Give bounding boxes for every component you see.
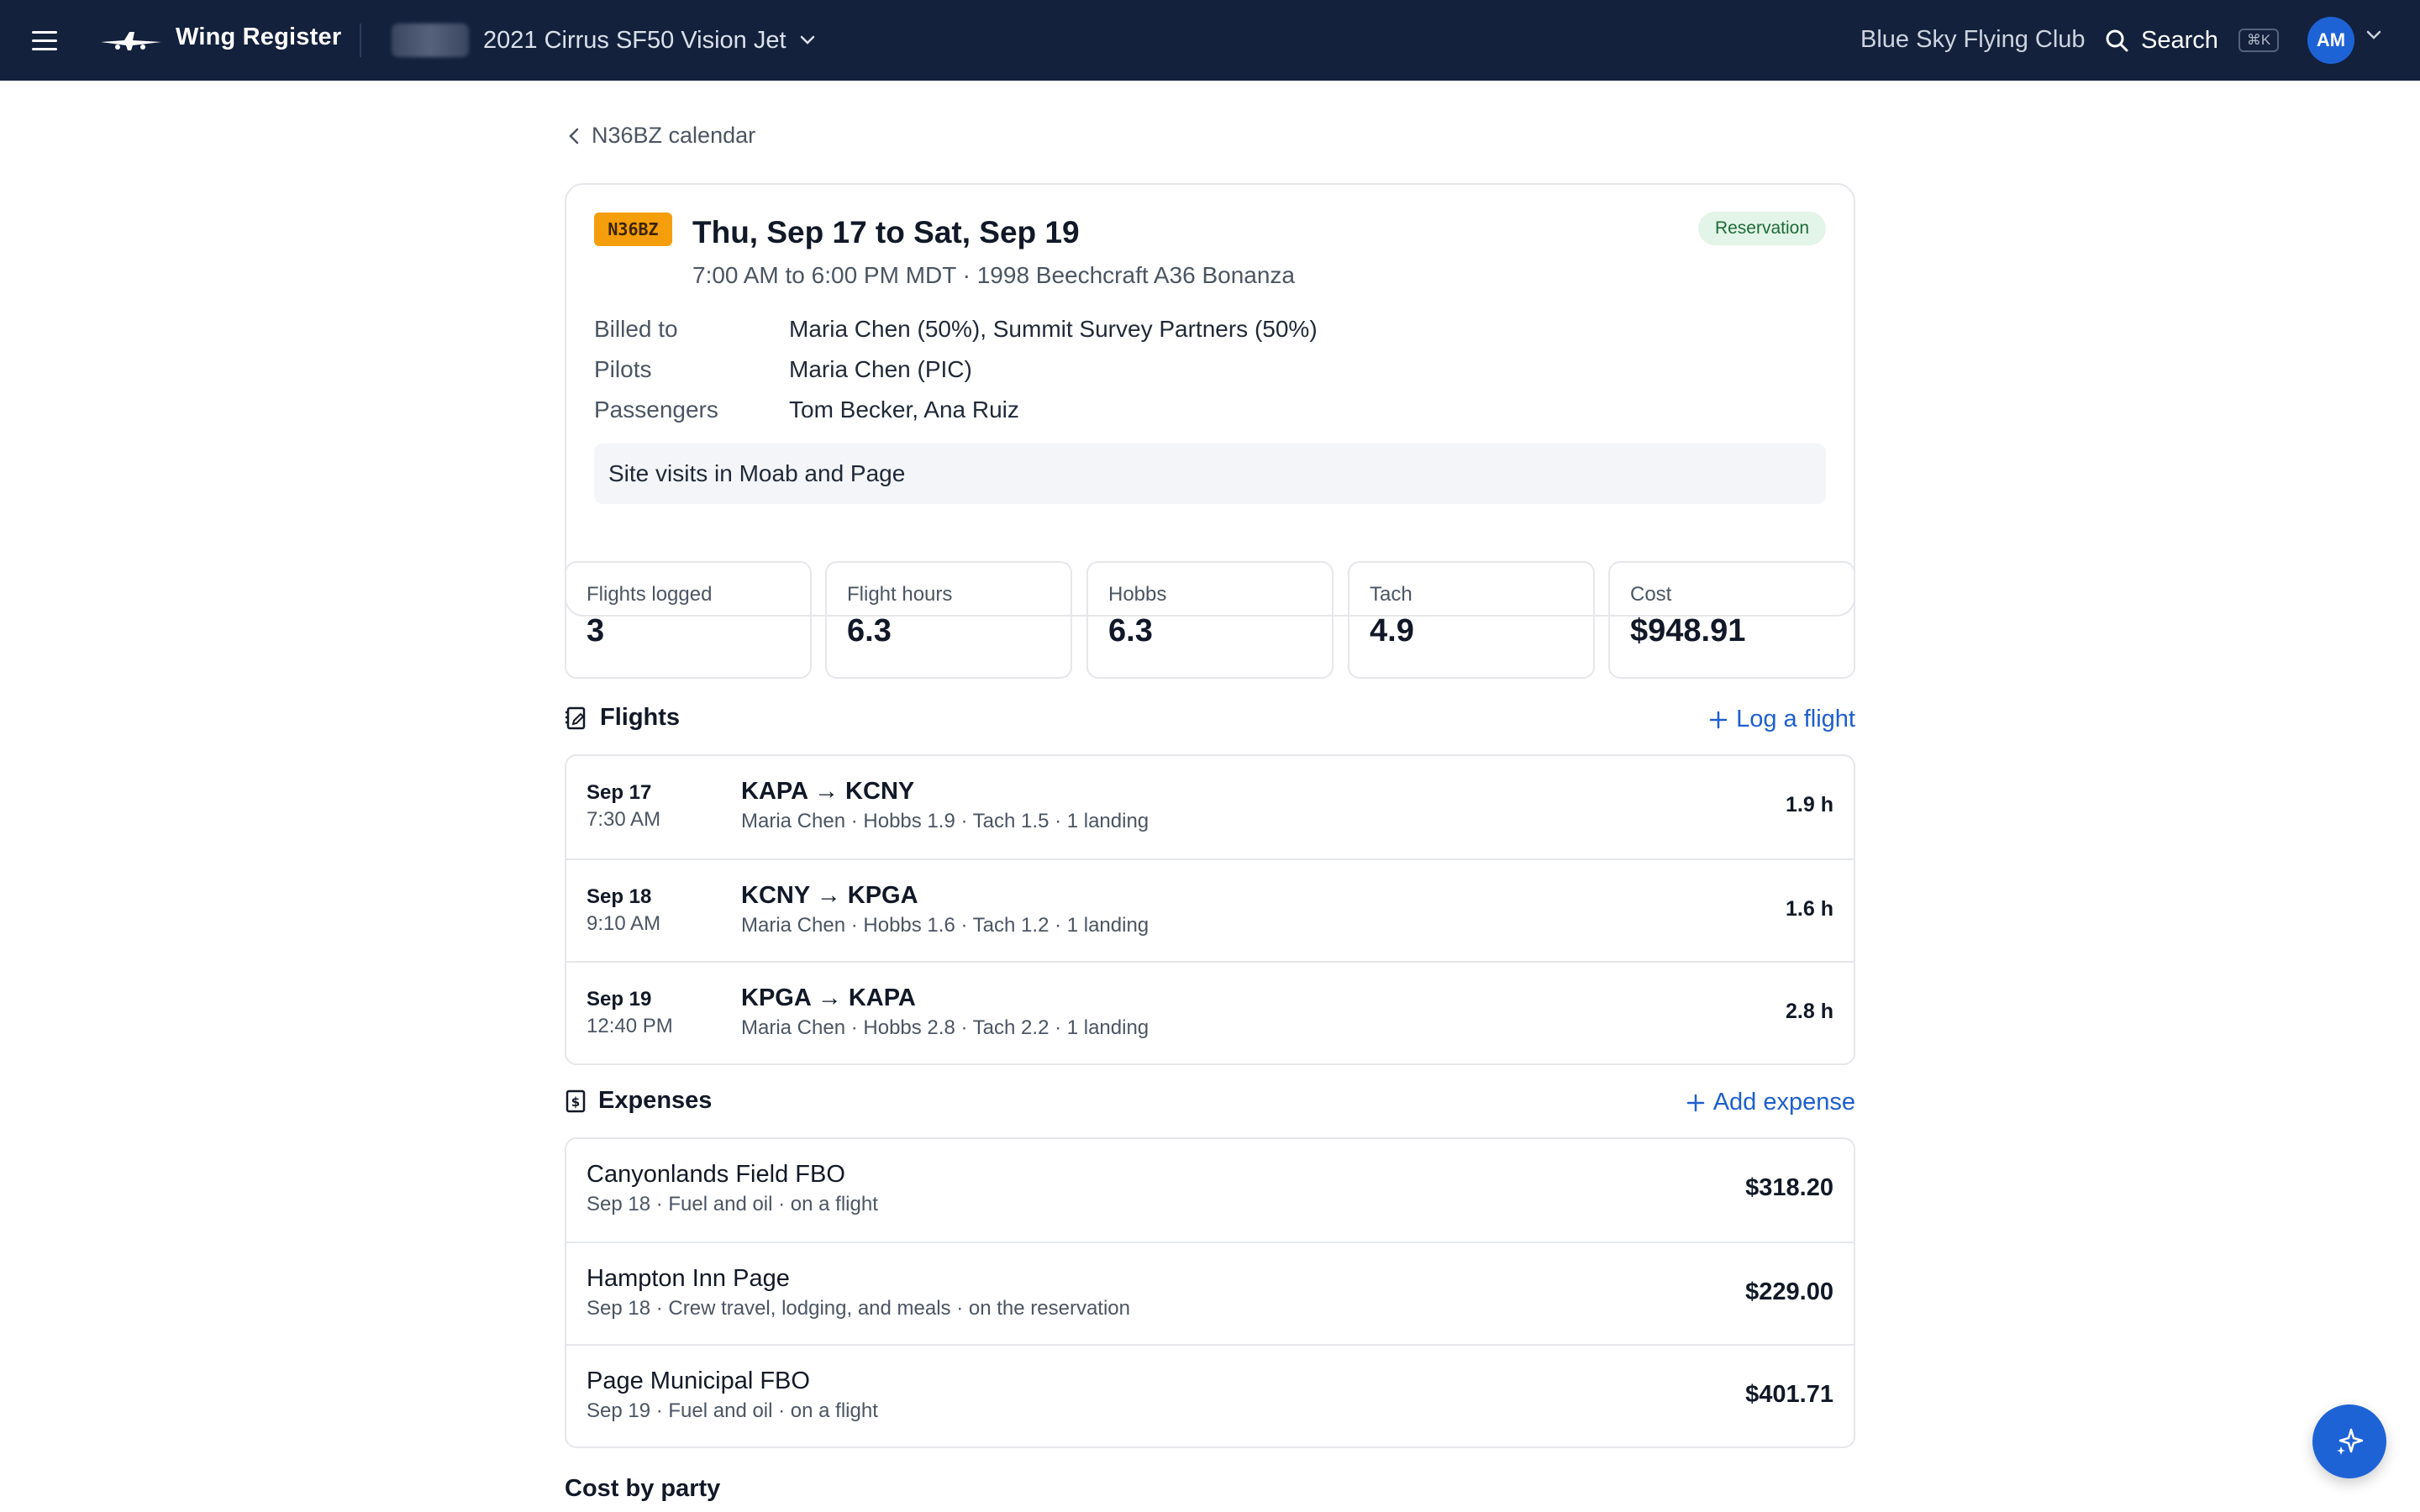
billed-to-label: Billed to bbox=[594, 316, 678, 342]
pilots-label: Pilots bbox=[594, 356, 652, 382]
add-expense-button[interactable]: Add expense bbox=[1686, 1089, 1855, 1116]
flight-row[interactable]: Sep 18 9:10 AM KCNY → KPGA Maria Chen · … bbox=[566, 858, 1854, 961]
expense-row[interactable]: Page Municipal FBO Sep 19 · Fuel and oil… bbox=[566, 1344, 1854, 1446]
reservation-note: Site visits in Moab and Page bbox=[594, 444, 1826, 504]
back-to-calendar-link[interactable]: N36BZ calendar bbox=[568, 123, 755, 149]
chevron-left-icon bbox=[569, 128, 579, 144]
stats-row: Flights logged 3 Flight hours 6.3 Hobbs … bbox=[565, 561, 1855, 679]
billed-to-value: Maria Chen (50%), Summit Survey Partners… bbox=[789, 316, 1318, 342]
reservation-card: N36BZ Thu, Sep 17 to Sat, Sep 19 7:00 AM… bbox=[565, 183, 1855, 617]
flight-detail: Maria Chen · Hobbs 1.9 · Tach 1.5 · 1 la… bbox=[741, 810, 1150, 832]
passengers-label: Passengers bbox=[594, 396, 718, 423]
status-badge: Reservation bbox=[1697, 212, 1826, 245]
aircraft-selector[interactable]: 2021 Cirrus SF50 Vision Jet bbox=[483, 20, 815, 60]
stat-hobbs: Hobbs 6.3 bbox=[1086, 561, 1334, 679]
stat-cost: Cost $948.91 bbox=[1608, 561, 1855, 679]
reservation-subtitle: 7:00 AM to 6:00 PM MDT · 1998 Beechcraft… bbox=[692, 262, 1296, 288]
flight-detail: Maria Chen · Hobbs 2.8 · Tach 2.2 · 1 la… bbox=[741, 1016, 1150, 1039]
expense-row[interactable]: Hampton Inn Page Sep 18 · Crew travel, l… bbox=[566, 1242, 1854, 1344]
header-divider bbox=[360, 24, 361, 57]
flight-row[interactable]: Sep 17 7:30 AM KAPA → KCNY Maria Chen · … bbox=[566, 756, 1854, 858]
stat-value: $948.91 bbox=[1630, 613, 1746, 648]
club-name[interactable]: Blue Sky Flying Club bbox=[1860, 26, 2086, 54]
expense-amount: $401.71 bbox=[1745, 1381, 1833, 1408]
stat-tach: Tach 4.9 bbox=[1348, 561, 1595, 679]
expense-amount: $229.00 bbox=[1745, 1278, 1833, 1305]
flight-route: KAPA → KCNY bbox=[741, 778, 915, 805]
log-flight-label: Log a flight bbox=[1736, 706, 1855, 732]
flight-route: KCNY → KPGA bbox=[741, 882, 918, 909]
search-icon bbox=[2106, 29, 2128, 52]
expenses-header: $ Expenses Add expense bbox=[565, 1087, 1855, 1124]
stat-value: 6.3 bbox=[847, 613, 892, 648]
plus-icon bbox=[1709, 711, 1728, 728]
stat-label: Cost bbox=[1630, 583, 1672, 606]
stat-value: 6.3 bbox=[1108, 613, 1153, 648]
stat-flights-logged: Flights logged 3 bbox=[565, 561, 812, 679]
search-button[interactable]: Search ⌘K bbox=[2104, 20, 2280, 60]
flight-row[interactable]: Sep 19 12:40 PM KPGA → KAPA Maria Chen ·… bbox=[566, 961, 1854, 1063]
expense-amount: $318.20 bbox=[1745, 1174, 1833, 1201]
stat-label: Flights logged bbox=[587, 583, 713, 606]
pilots-value: Maria Chen (PIC) bbox=[789, 356, 972, 382]
stat-value: 4.9 bbox=[1370, 613, 1414, 648]
flight-date: Sep 19 bbox=[587, 988, 652, 1011]
stat-label: Flight hours bbox=[847, 583, 953, 606]
flight-date: Sep 17 bbox=[587, 781, 652, 804]
expense-detail: Sep 19 · Fuel and oil · on a flight bbox=[587, 1399, 878, 1422]
expenses-title-label: Expenses bbox=[598, 1087, 713, 1114]
expense-detail: Sep 18 · Fuel and oil · on a flight bbox=[587, 1193, 878, 1215]
logbook-icon bbox=[566, 706, 586, 729]
sparkle-icon bbox=[2337, 1428, 2364, 1455]
flight-time: 9:10 AM bbox=[587, 912, 661, 935]
reservation-title: Thu, Sep 17 to Sat, Sep 19 bbox=[692, 215, 1080, 249]
plus-icon bbox=[1686, 1094, 1704, 1111]
svg-text:$: $ bbox=[571, 1095, 580, 1110]
chevron-down-icon bbox=[800, 35, 814, 45]
aircraft-select-label: 2021 Cirrus SF50 Vision Jet bbox=[483, 26, 786, 54]
stat-value: 3 bbox=[587, 613, 605, 648]
expense-row[interactable]: Canyonlands Field FBO Sep 18 · Fuel and … bbox=[566, 1139, 1854, 1242]
flights-header: Flights Log a flight bbox=[565, 704, 1855, 741]
plane-logo-icon bbox=[101, 32, 161, 50]
stat-flight-hours: Flight hours 6.3 bbox=[825, 561, 1072, 679]
receipt-icon: $ bbox=[566, 1089, 586, 1112]
menu-icon[interactable] bbox=[32, 25, 62, 55]
app-name[interactable]: Wing Register bbox=[176, 24, 341, 51]
flight-hours: 2.8 h bbox=[1786, 1000, 1833, 1023]
flight-time: 12:40 PM bbox=[587, 1015, 673, 1037]
expense-name: Canyonlands Field FBO bbox=[587, 1161, 845, 1188]
flights-title: Flights bbox=[565, 704, 680, 732]
cost-by-party-title: Cost by party bbox=[565, 1475, 721, 1502]
flight-time: 7:30 AM bbox=[587, 808, 661, 831]
expense-name: Hampton Inn Page bbox=[587, 1265, 790, 1292]
stat-label: Hobbs bbox=[1108, 583, 1167, 606]
log-flight-button[interactable]: Log a flight bbox=[1709, 706, 1855, 733]
passengers-value: Tom Becker, Ana Ruiz bbox=[789, 396, 1019, 423]
flights-title-label: Flights bbox=[600, 704, 681, 731]
back-link-label: N36BZ calendar bbox=[592, 123, 756, 148]
avatar[interactable]: AM bbox=[2307, 17, 2354, 64]
search-shortcut: ⌘K bbox=[2238, 29, 2280, 52]
expense-name: Page Municipal FBO bbox=[587, 1368, 810, 1394]
flight-hours: 1.6 h bbox=[1786, 897, 1833, 921]
aircraft-thumbnail bbox=[392, 24, 469, 57]
top-bar: Wing Register 2021 Cirrus SF50 Vision Je… bbox=[0, 0, 2420, 81]
assistant-fab[interactable] bbox=[2312, 1404, 2386, 1478]
flight-detail: Maria Chen · Hobbs 1.6 · Tach 1.2 · 1 la… bbox=[741, 914, 1150, 937]
expenses-title: $ Expenses bbox=[565, 1087, 712, 1115]
flights-list: Sep 17 7:30 AM KAPA → KCNY Maria Chen · … bbox=[565, 754, 1855, 1065]
flight-route: KPGA → KAPA bbox=[741, 984, 916, 1011]
flight-hours: 1.9 h bbox=[1786, 793, 1833, 816]
stat-label: Tach bbox=[1370, 583, 1413, 606]
chevron-down-icon[interactable] bbox=[2366, 30, 2381, 40]
flight-date: Sep 18 bbox=[587, 885, 652, 908]
search-label: Search bbox=[2141, 26, 2218, 54]
add-expense-label: Add expense bbox=[1712, 1089, 1855, 1116]
expense-detail: Sep 18 · Crew travel, lodging, and meals… bbox=[587, 1297, 1131, 1320]
tail-number-badge: N36BZ bbox=[594, 213, 672, 246]
expenses-list: Canyonlands Field FBO Sep 18 · Fuel and … bbox=[565, 1137, 1855, 1448]
